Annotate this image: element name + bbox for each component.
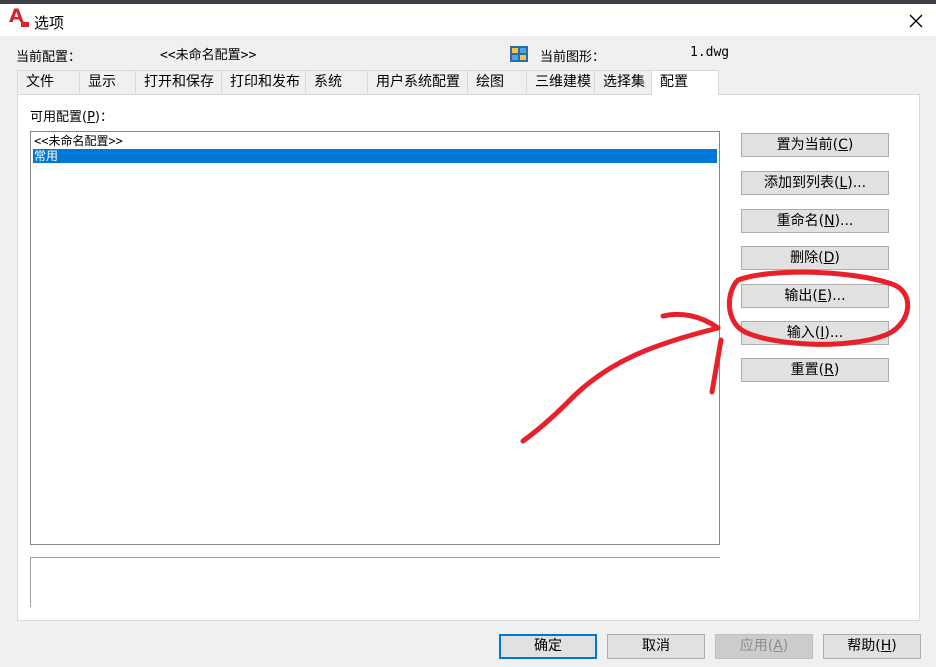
current-drawing-label: 当前图形： [540, 50, 606, 65]
tab-plot-publish[interactable]: 打印和发布 [221, 70, 309, 93]
apply-button[interactable]: 应用(A) [715, 634, 813, 659]
current-profile-label: 当前配置： [16, 50, 82, 65]
tab-system[interactable]: 系统 [305, 70, 369, 93]
delete-button[interactable]: 删除(D) [741, 246, 889, 270]
rename-button[interactable]: 重命名(N)... [741, 209, 889, 233]
add-to-list-button[interactable]: 添加到列表(L)... [741, 171, 889, 195]
ok-button[interactable]: 确定 [499, 634, 597, 659]
list-item[interactable]: <<未命名配置>> [33, 134, 717, 148]
tab-strip: 文件 显示 打开和保存 打印和发布 系统 用户系统配置 绘图 三维建模 选择集 … [17, 70, 920, 95]
current-profile-value: <<未命名配置>> [160, 48, 257, 63]
close-icon [909, 14, 923, 28]
window-title: 选项 [34, 14, 65, 32]
import-button[interactable]: 输入(I)... [741, 321, 889, 345]
tab-3d-modeling[interactable]: 三维建模 [526, 70, 601, 93]
close-button[interactable] [904, 10, 928, 32]
drawing-file-icon [509, 44, 529, 64]
reset-button[interactable]: 重置(R) [741, 358, 889, 382]
autocad-logo-icon: A [9, 5, 29, 28]
cancel-button[interactable]: 取消 [607, 634, 705, 659]
list-item-selected[interactable]: 常用 [33, 149, 717, 163]
tab-selection[interactable]: 选择集 [594, 70, 654, 93]
tab-profiles[interactable]: 配置 [651, 70, 719, 95]
set-current-button[interactable]: 置为当前(C) [741, 133, 889, 157]
help-button[interactable]: 帮助(H) [823, 634, 921, 659]
available-profiles-label: 可用配置(P)： [30, 110, 113, 125]
profile-list[interactable]: <<未命名配置>> 常用 [30, 131, 720, 545]
profile-description-box [30, 557, 720, 607]
title-bar [0, 4, 936, 36]
current-drawing-value: 1.dwg [690, 45, 730, 60]
export-button[interactable]: 输出(E)... [741, 284, 889, 308]
tab-open-save[interactable]: 打开和保存 [135, 70, 222, 93]
tab-drafting[interactable]: 绘图 [467, 70, 529, 93]
tab-display[interactable]: 显示 [79, 70, 142, 93]
tab-files[interactable]: 文件 [17, 70, 80, 93]
tab-user-preferences[interactable]: 用户系统配置 [367, 70, 471, 93]
